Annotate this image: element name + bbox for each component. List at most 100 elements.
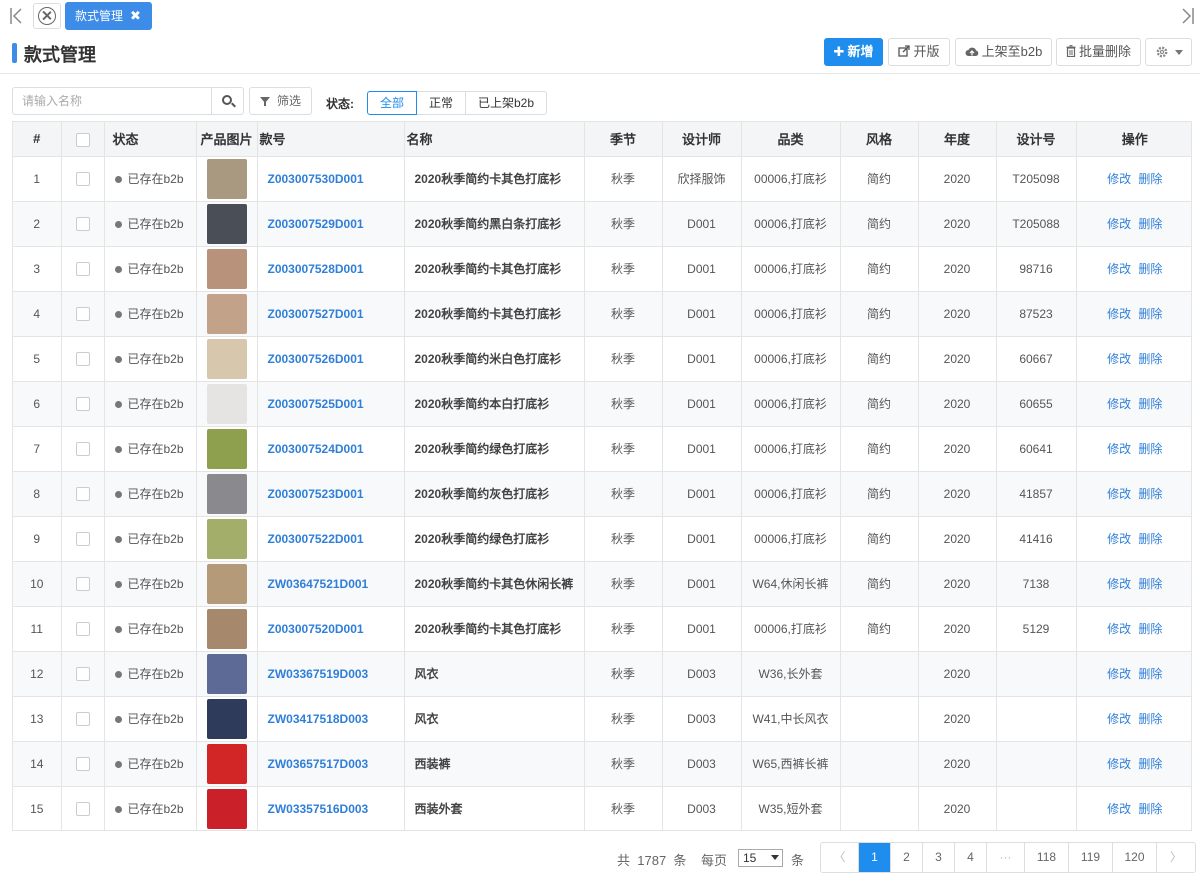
- style-code-link[interactable]: Z003007530D001: [268, 172, 364, 186]
- select-all-checkbox[interactable]: [75, 132, 90, 147]
- page-3[interactable]: 3: [923, 843, 955, 872]
- edit-link[interactable]: 修改: [1107, 802, 1131, 816]
- row-checkbox[interactable]: [75, 801, 90, 816]
- row-checkbox[interactable]: [75, 396, 90, 411]
- delete-link[interactable]: 删除: [1138, 667, 1162, 681]
- row-checkbox[interactable]: [75, 621, 90, 636]
- product-thumbnail[interactable]: [206, 383, 247, 424]
- product-thumbnail[interactable]: [206, 788, 247, 829]
- prev-page-button[interactable]: 〈: [821, 843, 859, 872]
- style-code-link[interactable]: Z003007529D001: [268, 217, 364, 231]
- product-thumbnail[interactable]: [206, 743, 247, 784]
- delete-link[interactable]: 删除: [1138, 442, 1162, 456]
- filter-button[interactable]: 筛选: [249, 87, 312, 115]
- edit-link[interactable]: 修改: [1107, 217, 1131, 231]
- delete-link[interactable]: 删除: [1138, 352, 1162, 366]
- page-4[interactable]: 4: [955, 843, 987, 872]
- delete-link[interactable]: 删除: [1138, 487, 1162, 501]
- tab-scroll-left-icon[interactable]: [4, 4, 28, 28]
- delete-link[interactable]: 删除: [1138, 577, 1162, 591]
- row-checkbox[interactable]: [75, 756, 90, 771]
- row-checkbox[interactable]: [75, 306, 90, 321]
- page-2[interactable]: 2: [891, 843, 923, 872]
- delete-link[interactable]: 删除: [1138, 532, 1162, 546]
- edit-link[interactable]: 修改: [1107, 172, 1131, 186]
- tab-style-management[interactable]: 款式管理 ✖: [65, 2, 152, 30]
- close-tab-icon[interactable]: ✖: [130, 2, 141, 30]
- list-to-b2b-button[interactable]: 上架至b2b: [955, 38, 1052, 66]
- batch-delete-button[interactable]: 批量删除: [1056, 38, 1141, 66]
- delete-link[interactable]: 删除: [1138, 757, 1162, 771]
- product-thumbnail[interactable]: [206, 473, 247, 514]
- delete-link[interactable]: 删除: [1138, 307, 1162, 321]
- edit-link[interactable]: 修改: [1107, 352, 1131, 366]
- add-button[interactable]: ✚ 新增: [824, 38, 883, 66]
- edit-link[interactable]: 修改: [1107, 397, 1131, 411]
- product-thumbnail[interactable]: [206, 698, 247, 739]
- style-code-link[interactable]: Z003007527D001: [268, 307, 364, 321]
- row-checkbox[interactable]: [75, 576, 90, 591]
- delete-link[interactable]: 删除: [1138, 802, 1162, 816]
- style-code-link[interactable]: ZW03417518D003: [268, 712, 369, 726]
- status-option-b2b[interactable]: 已上架b2b: [465, 91, 547, 115]
- row-checkbox[interactable]: [75, 216, 90, 231]
- page-120[interactable]: 120: [1113, 843, 1157, 872]
- per-page-select[interactable]: 15: [738, 849, 783, 867]
- search-button[interactable]: [211, 87, 244, 115]
- edit-link[interactable]: 修改: [1107, 262, 1131, 276]
- style-code-link[interactable]: Z003007528D001: [268, 262, 364, 276]
- product-thumbnail[interactable]: [206, 608, 247, 649]
- style-code-link[interactable]: ZW03357516D003: [268, 802, 369, 816]
- product-thumbnail[interactable]: [206, 203, 247, 244]
- status-option-normal[interactable]: 正常: [416, 91, 466, 115]
- style-code-link[interactable]: ZW03367519D003: [268, 667, 369, 681]
- row-checkbox[interactable]: [75, 441, 90, 456]
- delete-link[interactable]: 删除: [1138, 172, 1162, 186]
- product-thumbnail[interactable]: [206, 428, 247, 469]
- product-thumbnail[interactable]: [206, 158, 247, 199]
- style-code-link[interactable]: Z003007526D001: [268, 352, 364, 366]
- product-thumbnail[interactable]: [206, 563, 247, 604]
- edit-link[interactable]: 修改: [1107, 757, 1131, 771]
- open-version-button[interactable]: 开版: [888, 38, 950, 66]
- style-code-link[interactable]: Z003007524D001: [268, 442, 364, 456]
- style-code-link[interactable]: Z003007520D001: [268, 622, 364, 636]
- search-input[interactable]: [12, 87, 212, 115]
- delete-link[interactable]: 删除: [1138, 397, 1162, 411]
- row-checkbox[interactable]: [75, 531, 90, 546]
- style-code-link[interactable]: ZW03647521D001: [268, 577, 369, 591]
- row-checkbox[interactable]: [75, 351, 90, 366]
- row-checkbox[interactable]: [75, 171, 90, 186]
- delete-link[interactable]: 删除: [1138, 622, 1162, 636]
- style-code-link[interactable]: Z003007522D001: [268, 532, 364, 546]
- product-thumbnail[interactable]: [206, 518, 247, 559]
- row-checkbox[interactable]: [75, 666, 90, 681]
- edit-link[interactable]: 修改: [1107, 622, 1131, 636]
- product-thumbnail[interactable]: [206, 653, 247, 694]
- delete-link[interactable]: 删除: [1138, 262, 1162, 276]
- delete-link[interactable]: 删除: [1138, 712, 1162, 726]
- settings-dropdown-button[interactable]: [1145, 38, 1192, 66]
- edit-link[interactable]: 修改: [1107, 712, 1131, 726]
- edit-link[interactable]: 修改: [1107, 532, 1131, 546]
- edit-link[interactable]: 修改: [1107, 667, 1131, 681]
- page-119[interactable]: 119: [1069, 843, 1113, 872]
- page-1[interactable]: 1: [859, 843, 891, 872]
- style-code-link[interactable]: Z003007525D001: [268, 397, 364, 411]
- close-all-tabs-button[interactable]: [33, 3, 61, 29]
- row-checkbox[interactable]: [75, 711, 90, 726]
- product-thumbnail[interactable]: [206, 338, 247, 379]
- row-checkbox[interactable]: [75, 486, 90, 501]
- row-checkbox[interactable]: [75, 261, 90, 276]
- style-code-link[interactable]: ZW03657517D003: [268, 757, 369, 771]
- next-page-button[interactable]: 〉: [1157, 843, 1195, 872]
- edit-link[interactable]: 修改: [1107, 442, 1131, 456]
- product-thumbnail[interactable]: [206, 293, 247, 334]
- edit-link[interactable]: 修改: [1107, 577, 1131, 591]
- edit-link[interactable]: 修改: [1107, 307, 1131, 321]
- style-code-link[interactable]: Z003007523D001: [268, 487, 364, 501]
- product-thumbnail[interactable]: [206, 248, 247, 289]
- edit-link[interactable]: 修改: [1107, 487, 1131, 501]
- tab-scroll-right-icon[interactable]: [1176, 4, 1200, 28]
- status-option-all[interactable]: 全部: [367, 91, 417, 115]
